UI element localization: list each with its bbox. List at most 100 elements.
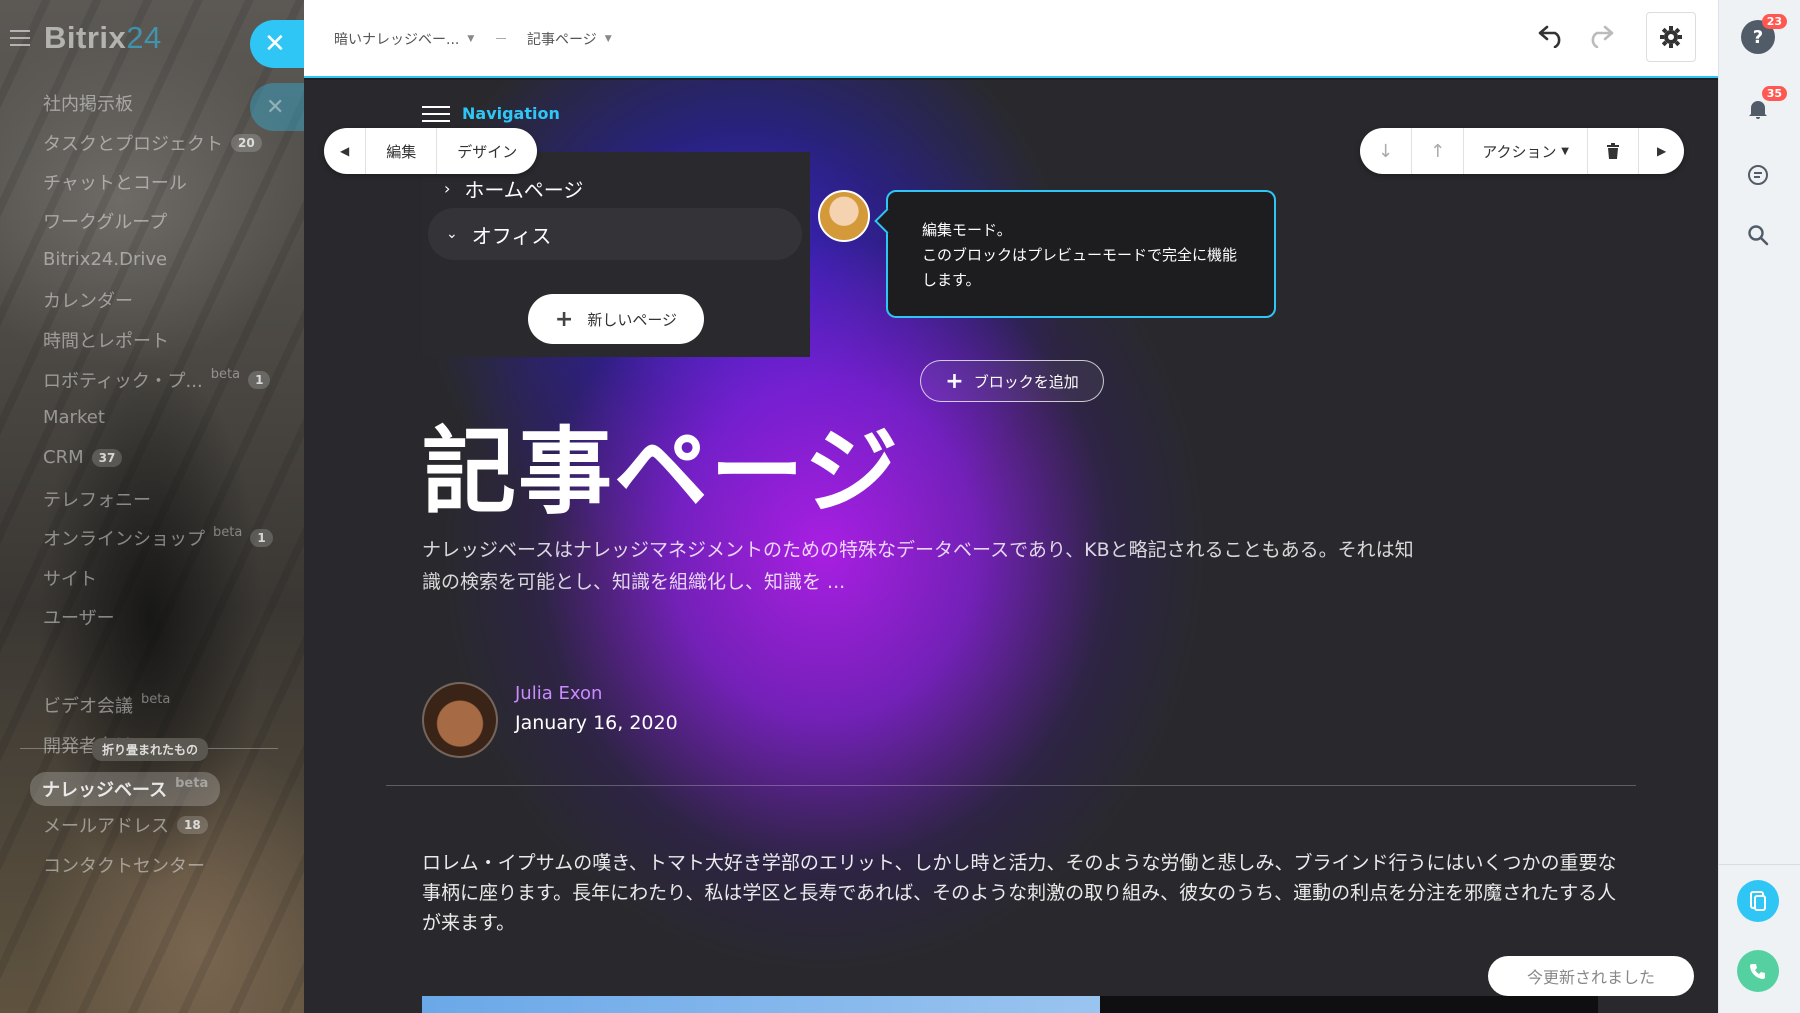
phone-icon: [1750, 964, 1765, 979]
sidebar-item[interactable]: テレフォニー: [43, 486, 151, 512]
redo-icon: [1591, 25, 1614, 49]
block-toolbar-left: ◀ 編集 デザイン: [324, 128, 538, 174]
block-toolbar-right: ↓ ↑ アクション ▼ ▶: [1360, 128, 1685, 174]
counter-badge: 1: [248, 371, 271, 389]
article-image: [422, 996, 1598, 1013]
move-up-button[interactable]: ↑: [1412, 128, 1465, 174]
counter-badge: 1: [250, 529, 273, 547]
previous-block-button[interactable]: ◀: [324, 128, 367, 174]
menu-burger-icon[interactable]: [10, 30, 30, 46]
sidebar-item-label: CRM: [43, 447, 84, 468]
sidebar-item-label: オンラインショップ: [43, 529, 205, 550]
sidebar-item[interactable]: Bitrix24.Drive: [43, 249, 167, 270]
breadcrumb-page[interactable]: 記事ページ ▼: [527, 29, 612, 49]
actions-dropdown[interactable]: アクション ▼: [1464, 128, 1588, 174]
beta-label: beta: [210, 366, 241, 382]
navigation-panel: › ホームページ ⌄ オフィス + 新しいページ: [422, 152, 810, 357]
sidebar-item[interactable]: オンラインショップ beta 1: [43, 525, 273, 551]
beta-label: beta: [213, 524, 243, 540]
sidebar-item-label: カレンダー: [43, 291, 133, 312]
editor-canvas: Navigation › ホームページ ⌄ オフィス + 新しいページ ◀ 編集…: [304, 80, 1718, 1013]
messages-button[interactable]: [1741, 158, 1775, 192]
sidebar-item[interactable]: タスクとプロジェクト 20: [43, 130, 262, 156]
documents-button[interactable]: [1737, 880, 1779, 922]
sidebar-item[interactable]: メールアドレス 18: [43, 812, 208, 838]
logo: Bitrix24: [10, 20, 162, 56]
sidebar-item[interactable]: カレンダー: [43, 287, 133, 313]
sidebar: Bitrix24 社内掲示板タスクとプロジェクト 20 チャットとコール ワークグルー…: [0, 0, 304, 1013]
add-block-button[interactable]: + ブロックを追加: [920, 360, 1104, 402]
sidebar-item-label: ナレッジベース: [42, 780, 168, 801]
delete-block-button[interactable]: [1588, 128, 1639, 174]
close-slider-button-secondary[interactable]: ✕: [250, 83, 304, 131]
sidebar-item[interactable]: ロボティック・プ... beta 1: [43, 366, 271, 393]
notifications-button[interactable]: 35: [1741, 86, 1787, 126]
sidebar-item-label: ロボティック・プ...: [43, 371, 203, 392]
sidebar-item[interactable]: ワークグループ: [43, 208, 167, 234]
gear-icon: [1660, 26, 1682, 48]
chevron-down-icon: ⌄: [446, 226, 458, 242]
author-avatar: [422, 682, 498, 758]
sidebar-item[interactable]: 時間とレポート: [43, 327, 169, 353]
sidebar-item-active[interactable]: ナレッジベース beta: [30, 772, 221, 806]
nav-item-home[interactable]: › ホームページ: [444, 174, 583, 203]
author-name[interactable]: Julia Exon: [515, 683, 602, 704]
article-lead[interactable]: ナレッジベースはナレッジマネジメントのための特殊なデータベースであり、KBと略記…: [422, 534, 1422, 598]
sidebar-item-label: Bitrix24.Drive: [43, 249, 168, 270]
counter-badge: 20: [231, 134, 262, 152]
undo-button[interactable]: [1536, 22, 1566, 55]
notifications-badge: 35: [1761, 86, 1787, 101]
help-button[interactable]: ? 23: [1741, 14, 1787, 54]
sidebar-item[interactable]: サイト: [43, 565, 97, 591]
document-icon: [1750, 891, 1766, 911]
sidebar-item-label: ワークグループ: [43, 212, 168, 233]
hamburger-icon[interactable]: [422, 105, 450, 122]
sidebar-item-label: テレフォニー: [43, 490, 151, 511]
sidebar-item[interactable]: Market: [43, 407, 105, 428]
collapsed-label[interactable]: 折り畳まれたもの: [92, 738, 209, 761]
sidebar-item-label: 時間とレポート: [43, 331, 169, 352]
move-down-button[interactable]: ↓: [1360, 128, 1413, 174]
chevron-down-icon: ▼: [1561, 145, 1569, 157]
close-slider-button[interactable]: ✕: [250, 20, 304, 68]
new-page-button[interactable]: + 新しいページ: [528, 294, 704, 344]
tooltip-line-1: 編集モード。: [922, 221, 1012, 239]
sidebar-item-label: Market: [43, 407, 105, 428]
help-badge: 23: [1761, 14, 1787, 29]
sidebar-item-label: コンタクトセンター: [43, 856, 205, 877]
article-title[interactable]: 記事ページ: [422, 396, 900, 532]
nav-item-office[interactable]: ⌄ オフィス: [428, 208, 802, 260]
bell-icon: [1749, 101, 1767, 119]
sidebar-item[interactable]: チャットとコール: [43, 169, 187, 195]
search-button[interactable]: [1741, 218, 1775, 252]
sidebar-item[interactable]: ビデオ会議 beta: [43, 692, 170, 718]
edit-mode-tooltip: 編集モード。 このブロックはプレビューモードで完全に機能します。: [886, 190, 1276, 318]
app-logo[interactable]: Bitrix24: [44, 20, 162, 56]
tooltip-line-2: このブロックはプレビューモードで完全に機能します。: [922, 246, 1238, 289]
sidebar-item[interactable]: 社内掲示板: [43, 90, 133, 116]
chat-icon: [1748, 165, 1768, 185]
call-button[interactable]: [1737, 950, 1779, 992]
next-block-button[interactable]: ▶: [1639, 128, 1684, 174]
redo-button[interactable]: [1586, 22, 1616, 55]
editor-topbar: 暗いナレッジベー... ▼ 記事ページ ▼: [304, 0, 1718, 78]
sidebar-item[interactable]: CRM 37: [43, 447, 123, 468]
chevron-down-icon: ▼: [467, 34, 475, 44]
question-icon: ?: [1752, 26, 1764, 48]
sidebar-item-label: チャットとコール: [43, 173, 187, 194]
settings-button[interactable]: [1646, 12, 1696, 62]
article-date: January 16, 2020: [515, 712, 678, 734]
edit-button[interactable]: 編集: [366, 128, 438, 174]
article-body[interactable]: ロレム・イプサムの嘆き、トマト大好き学部のエリット、しかし時と活力、そのような労…: [422, 848, 1622, 938]
search-icon: [1748, 225, 1769, 246]
assistant-avatar: [818, 190, 870, 242]
sidebar-item[interactable]: ユーザー: [43, 604, 115, 630]
breadcrumb-site[interactable]: 暗いナレッジベー... ▼: [334, 29, 474, 49]
design-button[interactable]: デザイン: [437, 128, 537, 174]
sidebar-item-label: ビデオ会議: [43, 696, 133, 717]
updated-status-pill: 今更新されました: [1488, 956, 1694, 996]
plus-icon: +: [554, 306, 574, 332]
caret-right-icon: ▶: [1656, 144, 1667, 158]
arrow-down-icon: ↓: [1378, 140, 1394, 162]
sidebar-item[interactable]: コンタクトセンター: [43, 852, 205, 878]
